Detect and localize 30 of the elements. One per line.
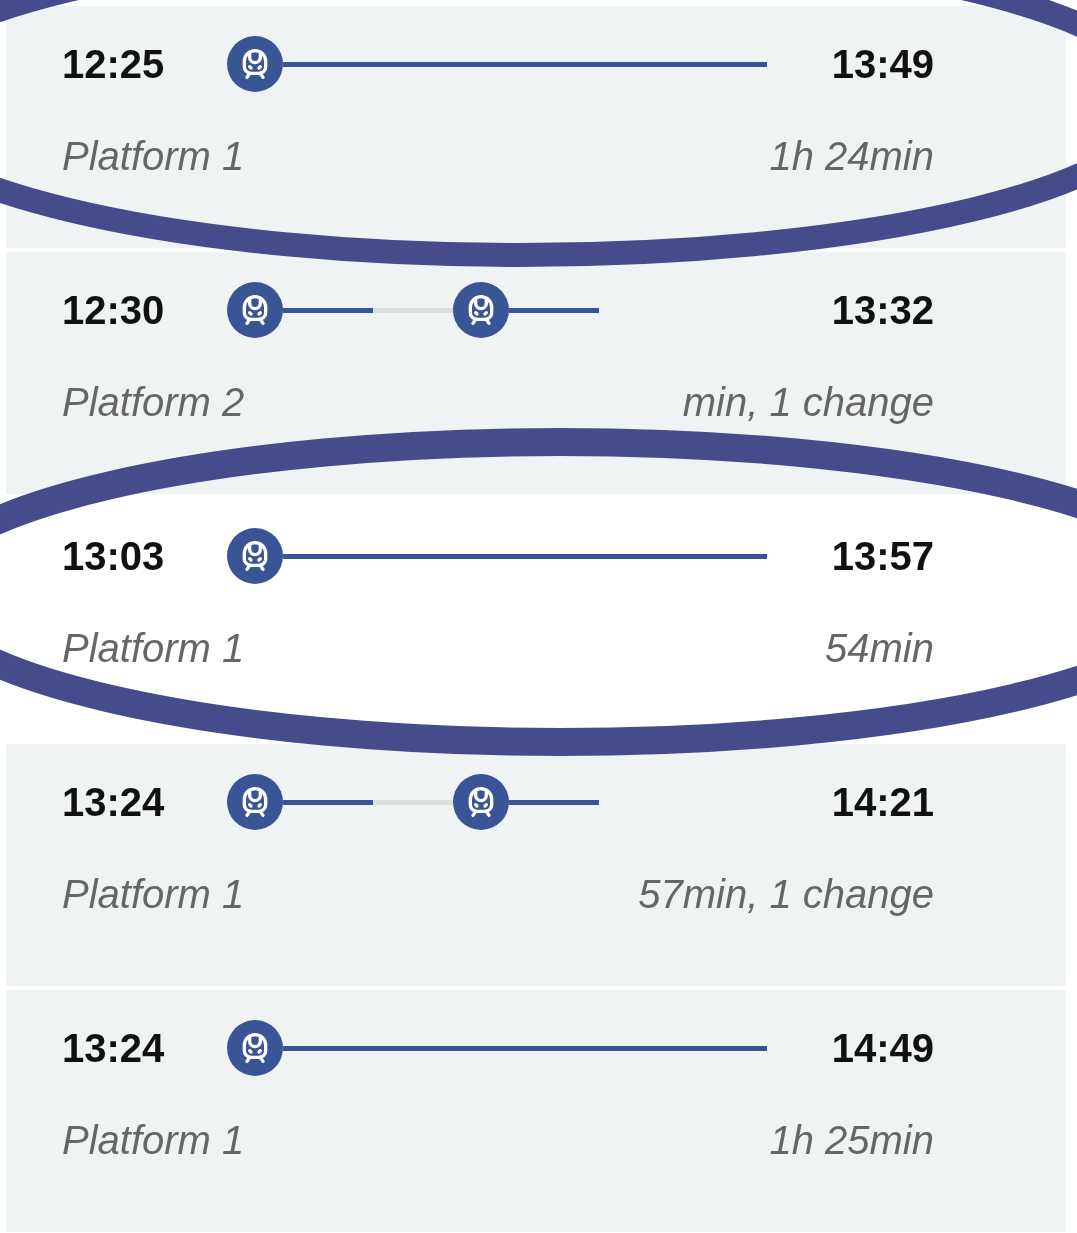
duration-label: min, 1 change [682,379,934,426]
platform-label: Platform 1 [62,133,245,180]
departure-time: 13:24 [62,779,166,826]
departure-time: 12:25 [62,41,166,88]
arrival-time: 14:21 [831,779,934,826]
duration-label: 54min [825,625,934,672]
platform-label: Platform 2 [62,379,245,426]
arrival-time: 13:57 [831,533,934,580]
train-icon [227,528,283,584]
journey-card[interactable]: 13:24 14:49 Platform 1 1h 25min [6,990,1066,1232]
journey-card[interactable]: 13:24 14:21 Platform 1 57min, 1 change [6,744,1066,986]
train-icon [227,1020,283,1076]
arrival-time: 14:49 [831,1025,934,1072]
train-icon [227,36,283,92]
arrival-time: 13:32 [831,287,934,334]
journey-card[interactable]: 12:25 13:49 Platform 1 1h 24min [6,6,1066,248]
platform-label: Platform 1 [62,871,245,918]
train-icon [453,282,509,338]
train-icon [227,282,283,338]
train-icon [227,774,283,830]
platform-label: Platform 1 [62,1117,245,1164]
platform-label: Platform 1 [62,625,245,672]
departure-time: 12:30 [62,287,166,334]
departure-time: 13:03 [62,533,166,580]
train-icon [453,774,509,830]
duration-label: 1h 25min [769,1117,934,1164]
arrival-time: 13:49 [831,41,934,88]
duration-label: 1h 24min [769,133,934,180]
duration-label: 57min, 1 change [638,871,934,918]
departure-time: 13:24 [62,1025,166,1072]
